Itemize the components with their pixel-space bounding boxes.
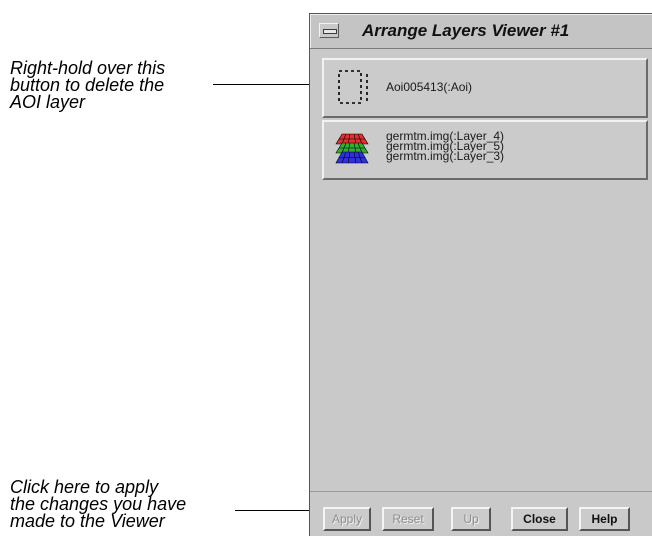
layer-stack-icon[interactable] (332, 132, 372, 166)
layer-label-aoi: Aoi005413(:Aoi) (386, 80, 473, 94)
apply-button[interactable]: Apply (323, 507, 371, 531)
annotation-line: made to the Viewer (10, 511, 165, 531)
help-button[interactable]: Help (579, 507, 630, 531)
button-bar: Apply Reset Up Close Help (310, 491, 652, 536)
annotation-line: AOI layer (10, 92, 86, 112)
annotation-apply-changes: Click here to apply the changes you have… (10, 478, 186, 531)
close-button[interactable]: Close (511, 507, 568, 531)
window-menu-icon[interactable] (319, 23, 339, 38)
up-button[interactable]: Up (451, 507, 491, 531)
layer-band-line: germtm.img(:Layer_3) (386, 149, 505, 163)
window-titlebar[interactable]: Arrange Layers Viewer #1 (310, 14, 652, 49)
layer-label-image: germtm.img(:Layer_4) germtm.img(:Layer_5… (386, 130, 505, 163)
layer-row-aoi[interactable]: Aoi005413(:Aoi) (322, 58, 648, 118)
arrange-layers-window: Arrange Layers Viewer #1 Aoi005413(:Aoi) (309, 13, 652, 536)
window-title: Arrange Layers Viewer #1 (362, 21, 570, 40)
annotation-delete-aoi: Right-hold over this button to delete th… (10, 59, 165, 112)
reset-button[interactable]: Reset (382, 507, 434, 531)
layer-row-image[interactable]: germtm.img(:Layer_4) germtm.img(:Layer_5… (322, 120, 648, 180)
layer-list: Aoi005413(:Aoi) germtm.img(:Layer_4) ger… (314, 50, 649, 490)
aoi-dashed-box-icon[interactable] (336, 68, 370, 108)
